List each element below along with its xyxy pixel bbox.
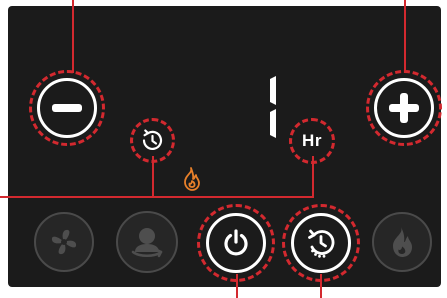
flame-icon <box>393 227 412 257</box>
minus-icon <box>52 104 82 112</box>
control-panel-diagram: Hr <box>0 0 447 298</box>
clock-icon <box>142 129 163 150</box>
fan-icon <box>51 229 77 255</box>
person-heat-icon <box>131 228 163 258</box>
hr-indicator: Hr <box>295 124 329 158</box>
plus-icon <box>389 93 419 123</box>
timer-icon <box>308 229 335 258</box>
callout-line-horizontal <box>0 196 314 198</box>
timer-button[interactable] <box>291 213 351 273</box>
display-segment-lower <box>270 109 276 138</box>
clock-indicator[interactable] <box>137 125 168 156</box>
fan-button[interactable] <box>34 212 94 272</box>
flame-button[interactable] <box>372 212 432 272</box>
display-segment-upper <box>270 76 276 105</box>
power-button[interactable] <box>206 213 266 273</box>
callout-line-plus <box>404 0 406 73</box>
minus-button[interactable] <box>37 78 97 138</box>
plus-button[interactable] <box>374 78 434 138</box>
heat-mode-button[interactable] <box>116 211 178 273</box>
power-icon <box>224 229 248 256</box>
callout-line-minus <box>72 0 74 73</box>
hr-unit-label: Hr <box>302 131 322 150</box>
flame-indicator-icon <box>184 167 200 191</box>
timer-display <box>270 76 276 138</box>
